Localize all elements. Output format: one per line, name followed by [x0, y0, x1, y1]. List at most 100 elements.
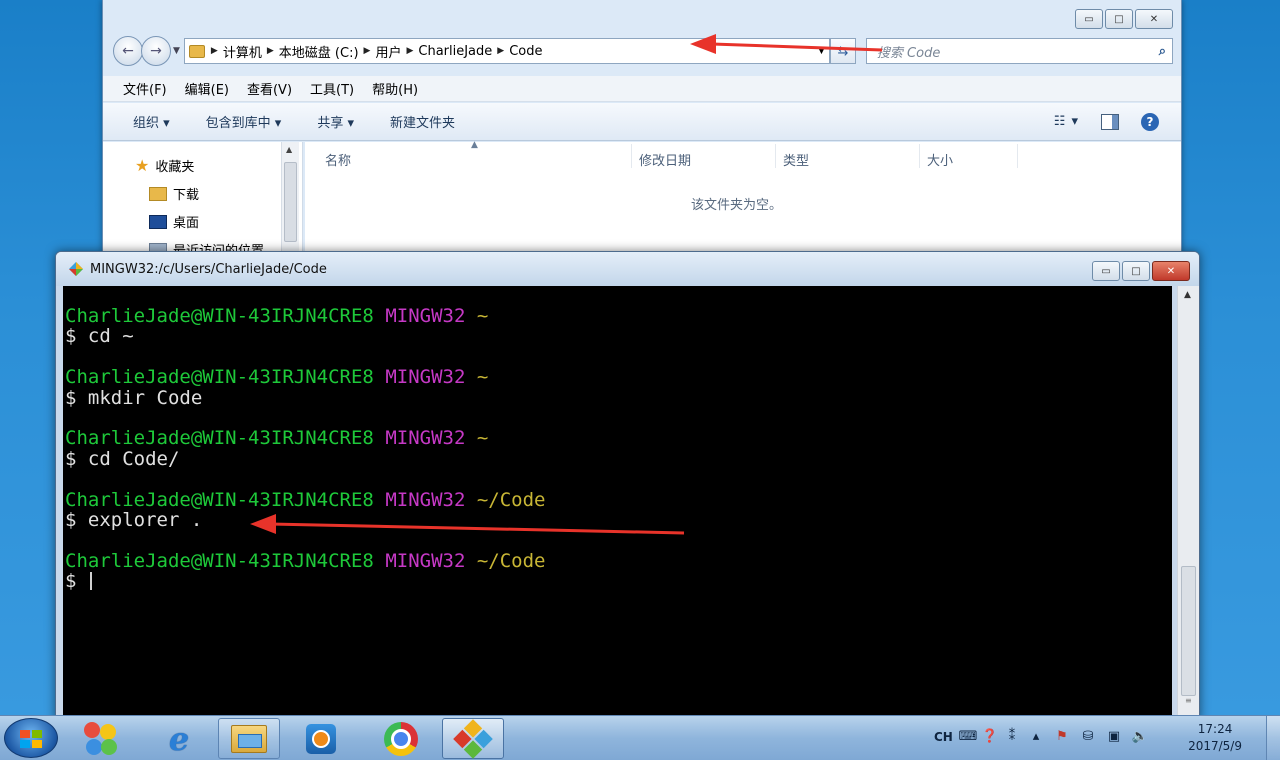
column-size[interactable]: 大小 — [927, 150, 953, 169]
menu-tools[interactable]: 工具(T) — [310, 79, 354, 98]
taskbar-chrome[interactable] — [370, 718, 432, 759]
new-folder-button[interactable]: 新建文件夹 — [390, 112, 455, 131]
star-icon: ★ — [135, 156, 150, 175]
prompt-path: ~/Code — [476, 488, 546, 511]
back-arrow-icon: ← — [122, 43, 134, 59]
scroll-up-icon[interactable]: ▲ — [1184, 290, 1191, 300]
breadcrumb-charliejade[interactable]: CharlieJade — [418, 44, 492, 59]
show-desktop-button[interactable] — [1266, 716, 1280, 760]
nav-item-downloads[interactable]: 下载 — [149, 184, 199, 203]
scroll-thumb[interactable] — [1181, 566, 1196, 696]
maximize-button[interactable]: □ — [1105, 9, 1133, 29]
menu-file[interactable]: 文件(F) — [123, 79, 167, 98]
minimize-button[interactable]: ▭ — [1092, 261, 1120, 281]
column-divider[interactable] — [1017, 144, 1018, 168]
scroll-thumb[interactable] — [284, 162, 297, 242]
prompt-path: ~ — [476, 305, 489, 327]
navigation-pane: ★ 收藏夹 下载 桌面 最近访问的位置 ▲ — [103, 142, 303, 259]
include-in-library-button[interactable]: 包含到库中 ▾ — [206, 112, 282, 131]
prompt-user-host: CharlieJade@WIN-43IRJN4CRE8 — [65, 549, 374, 572]
close-button[interactable]: ✕ — [1152, 261, 1190, 281]
scroll-up-icon[interactable]: ▲ — [286, 145, 292, 154]
menu-help[interactable]: 帮助(H) — [372, 79, 418, 98]
help-icon[interactable]: ? — [1141, 112, 1159, 131]
close-button[interactable]: ✕ — [1135, 9, 1173, 29]
minimize-button[interactable]: ▭ — [1075, 9, 1103, 29]
prompt-line: CharlieJade@WIN-43IRJN4CRE8 MINGW32 ~/Co… — [63, 488, 1172, 511]
column-divider[interactable] — [775, 144, 776, 168]
organize-button[interactable]: 组织 ▾ — [133, 112, 170, 131]
breadcrumb-users[interactable]: 用户 — [375, 42, 401, 61]
device-icon[interactable]: ⛁ — [1080, 728, 1096, 744]
sort-ascending-icon: ▲ — [471, 140, 478, 150]
start-button[interactable] — [4, 718, 58, 758]
refresh-button[interactable]: ⇆ — [829, 38, 856, 64]
volume-icon[interactable]: 🔈 — [1132, 728, 1148, 744]
address-dropdown-icon[interactable]: ▼ — [814, 46, 829, 56]
ime-options-icon[interactable]: ⁑ — [1004, 728, 1020, 744]
chevron-right-icon[interactable]: ▶ — [406, 46, 413, 56]
network-icon[interactable]: ▣ — [1106, 728, 1122, 744]
command-line: $ explorer . — [65, 508, 203, 531]
show-hidden-icons-icon[interactable]: ▴ — [1028, 728, 1044, 744]
terminal-title-bar[interactable]: MINGW32:/c/Users/CharlieJade/Code — [56, 252, 1199, 286]
view-controls: ☷ ▾ ? — [1054, 112, 1159, 131]
help-icon[interactable]: ❓ — [982, 728, 998, 744]
desktop-icon — [149, 214, 167, 229]
ime-indicator[interactable]: CH — [934, 730, 953, 744]
search-placeholder: 搜索 Code — [876, 45, 941, 61]
address-row: ← → ▼ ▶ 计算机 ▶ 本地磁盘 (C:) ▶ 用户 ▶ CharlieJa… — [113, 36, 1173, 66]
terminal-output[interactable]: CharlieJade@WIN-43IRJN4CRE8 MINGW32 ~ $ … — [63, 286, 1172, 720]
search-input[interactable]: 搜索 Code ⌕ — [865, 38, 1173, 64]
address-bar[interactable]: ▶ 计算机 ▶ 本地磁盘 (C:) ▶ 用户 ▶ CharlieJade ▶ C… — [183, 38, 830, 64]
taskbar-git-bash[interactable] — [442, 718, 504, 759]
explorer-window: ▭ □ ✕ ← → ▼ ▶ 计算机 ▶ 本地磁盘 (C:) ▶ 用户 ▶ Cha… — [102, 0, 1182, 259]
search-icon[interactable]: ⌕ — [1159, 44, 1166, 59]
action-center-icon[interactable]: ⚑ — [1054, 728, 1070, 744]
menu-view[interactable]: 查看(V) — [247, 79, 292, 98]
preview-pane-icon[interactable] — [1101, 113, 1119, 130]
column-date-modified[interactable]: 修改日期 — [639, 150, 691, 169]
breadcrumb-local-disk[interactable]: 本地磁盘 (C:) — [279, 42, 359, 61]
taskbar-windows-explorer[interactable] — [218, 718, 280, 759]
chevron-right-icon[interactable]: ▶ — [497, 46, 504, 56]
chrome-icon — [384, 721, 418, 756]
active-command-line[interactable]: $ — [63, 571, 1172, 591]
nav-scrollbar[interactable]: ▲ — [281, 142, 299, 252]
nav-item-desktop[interactable]: 桌面 — [149, 212, 199, 231]
taskbar-internet-explorer[interactable]: e — [148, 718, 210, 759]
clock[interactable]: 17:24 2017/5/9 — [1188, 721, 1242, 755]
chevron-right-icon[interactable]: ▶ — [211, 46, 218, 56]
taskbar-qq[interactable] — [70, 718, 132, 759]
prompt-system: MINGW32 — [385, 488, 466, 511]
active-prompt: $ — [65, 570, 88, 593]
terminal-scrollbar[interactable]: ▲ ≡ — [1177, 286, 1199, 720]
prompt-path: ~/Code — [476, 549, 546, 572]
column-divider[interactable] — [919, 144, 920, 168]
share-button[interactable]: 共享 ▾ — [317, 112, 354, 131]
breadcrumb-code[interactable]: Code — [509, 44, 542, 59]
command-bar: 组织 ▾ 包含到库中 ▾ 共享 ▾ 新建文件夹 ☷ ▾ ? — [103, 103, 1181, 141]
chevron-right-icon[interactable]: ▶ — [267, 46, 274, 56]
column-type[interactable]: 类型 — [783, 150, 809, 169]
prompt-user-host: CharlieJade@WIN-43IRJN4CRE8 — [65, 427, 374, 450]
change-view-icon[interactable]: ☷ ▾ — [1054, 114, 1079, 129]
maximize-button[interactable]: □ — [1122, 261, 1150, 281]
forward-button[interactable]: → — [141, 36, 171, 66]
empty-folder-message: 该文件夹为空。 — [691, 198, 783, 213]
prompt-line: CharlieJade@WIN-43IRJN4CRE8 MINGW32 ~/Co… — [63, 549, 1172, 572]
mingw-terminal-window: MINGW32:/c/Users/CharlieJade/Code ▭ □ ✕ … — [55, 251, 1200, 721]
menu-edit[interactable]: 编辑(E) — [185, 79, 229, 98]
media-player-icon — [306, 723, 336, 754]
column-divider[interactable] — [631, 144, 632, 168]
taskbar-media-player[interactable] — [290, 718, 352, 759]
column-headers: ▲ 名称 修改日期 类型 大小 — [305, 140, 1181, 174]
chevron-right-icon[interactable]: ▶ — [364, 46, 371, 56]
column-name[interactable]: 名称 — [325, 150, 351, 169]
nav-item-favorites[interactable]: ★ 收藏夹 — [135, 156, 194, 175]
back-button[interactable]: ← — [113, 36, 143, 66]
recent-pages-dropdown-icon[interactable]: ▼ — [173, 46, 180, 56]
keyboard-icon[interactable]: ⌨ — [959, 728, 978, 744]
breadcrumb-computer[interactable]: 计算机 — [223, 42, 262, 61]
